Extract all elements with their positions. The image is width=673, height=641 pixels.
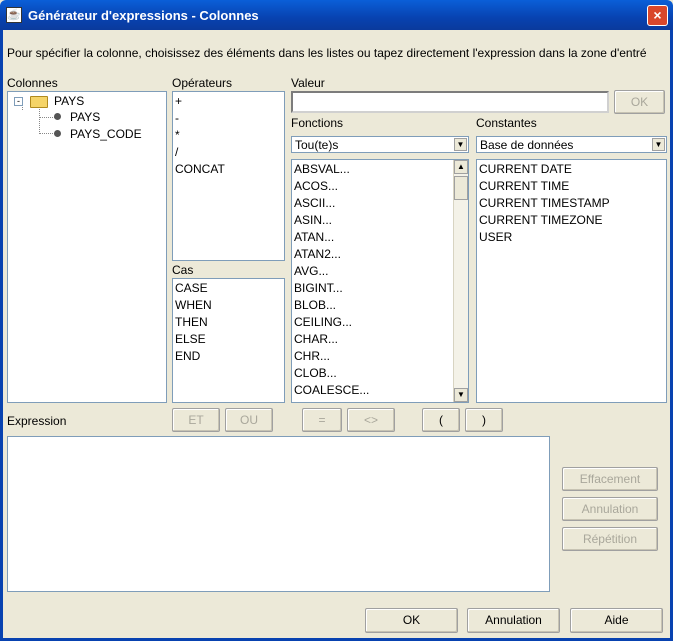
tree-line	[39, 109, 41, 134]
list-item[interactable]: *	[173, 127, 284, 144]
close-paren-button[interactable]: )	[465, 408, 503, 432]
cancel-button[interactable]: Annulation	[467, 608, 560, 633]
scroll-up-icon[interactable]: ▲	[454, 160, 468, 174]
cas-label: Cas	[172, 263, 194, 277]
equals-button[interactable]: =	[302, 408, 342, 432]
close-button[interactable]: ×	[647, 5, 668, 26]
list-item[interactable]: CONCAT	[173, 161, 284, 178]
list-item[interactable]: /	[173, 144, 284, 161]
constantes-list[interactable]: CURRENT DATE CURRENT TIME CURRENT TIMEST…	[476, 159, 667, 403]
fonctions-label: Fonctions	[291, 116, 344, 130]
cas-list[interactable]: CASE WHEN THEN ELSE END	[172, 278, 285, 403]
window-title: Générateur d'expressions - Colonnes	[28, 8, 259, 23]
list-item[interactable]: -	[173, 110, 284, 127]
operateurs-list[interactable]: + - * / CONCAT	[172, 91, 285, 261]
fonctions-selected: Tou(te)s	[295, 138, 339, 152]
expression-textarea[interactable]	[7, 436, 550, 592]
list-item[interactable]: END	[173, 348, 284, 365]
colonnes-label: Colonnes	[7, 76, 58, 90]
constantes-select[interactable]: Base de données ▼	[476, 136, 667, 153]
tree-item-pays[interactable]: PAYS	[70, 110, 100, 124]
et-button[interactable]: ET	[172, 408, 220, 432]
annulation-undo-button[interactable]: Annulation	[562, 497, 658, 521]
list-item[interactable]: CURRENT DATE	[477, 161, 666, 178]
title-bar: ☕ Générateur d'expressions - Colonnes ×	[0, 0, 673, 30]
valeur-input[interactable]	[291, 91, 609, 113]
not-equals-button[interactable]: <>	[347, 408, 395, 432]
collapse-icon[interactable]: -	[14, 97, 23, 106]
tree-root-label[interactable]: PAYS	[54, 94, 84, 108]
list-item[interactable]: CASE	[173, 280, 284, 297]
list-item[interactable]: ELSE	[173, 331, 284, 348]
tree-line	[39, 117, 55, 119]
operateurs-label: Opérateurs	[172, 76, 233, 90]
expression-label: Expression	[7, 414, 67, 428]
list-item[interactable]: CHAR...	[292, 331, 452, 348]
list-item[interactable]: +	[173, 93, 284, 110]
fonctions-select[interactable]: Tou(te)s ▼	[291, 136, 469, 153]
colonnes-tree[interactable]: - PAYS PAYS PAYS_CODE	[7, 91, 167, 403]
list-item[interactable]: ASIN...	[292, 212, 452, 229]
tree-line	[39, 133, 55, 135]
list-item[interactable]: CURRENT TIMESTAMP	[477, 195, 666, 212]
list-item[interactable]: ATAN2...	[292, 246, 452, 263]
help-button[interactable]: Aide	[570, 608, 663, 633]
list-item[interactable]: ABSVAL...	[292, 161, 452, 178]
constantes-label: Constantes	[476, 116, 537, 130]
list-item[interactable]: COALESCE...	[292, 382, 452, 399]
scroll-thumb[interactable]	[454, 176, 468, 200]
list-item[interactable]: AVG...	[292, 263, 452, 280]
tree-item-pays-code[interactable]: PAYS_CODE	[70, 127, 142, 141]
list-item[interactable]: CLOB...	[292, 365, 452, 382]
list-item[interactable]: ACOS...	[292, 178, 452, 195]
list-item[interactable]: ASCII...	[292, 195, 452, 212]
valeur-ok-button[interactable]: OK	[614, 90, 665, 114]
effacement-button[interactable]: Effacement	[562, 467, 658, 491]
open-folder-icon	[30, 96, 48, 108]
chevron-down-icon[interactable]: ▼	[652, 138, 665, 151]
list-item[interactable]: USER	[477, 229, 666, 246]
open-paren-button[interactable]: (	[422, 408, 460, 432]
constantes-selected: Base de données	[480, 138, 574, 152]
fonctions-scrollbar[interactable]: ▲ ▼	[453, 160, 468, 402]
list-item[interactable]: ATAN...	[292, 229, 452, 246]
list-item[interactable]: CHR...	[292, 348, 452, 365]
list-item[interactable]: CURRENT TIMEZONE	[477, 212, 666, 229]
list-item[interactable]: BLOB...	[292, 297, 452, 314]
column-node-icon	[54, 113, 61, 120]
chevron-down-icon[interactable]: ▼	[454, 138, 467, 151]
repetition-button[interactable]: Répétition	[562, 527, 658, 551]
list-item[interactable]: CURRENT TIME	[477, 178, 666, 195]
valeur-label: Valeur	[291, 76, 325, 90]
list-item[interactable]: THEN	[173, 314, 284, 331]
instruction-text: Pour spécifier la colonne, choisissez de…	[7, 46, 647, 60]
column-node-icon	[54, 130, 61, 137]
ou-button[interactable]: OU	[225, 408, 273, 432]
fonctions-list[interactable]: ABSVAL... ACOS... ASCII... ASIN... ATAN.…	[291, 159, 469, 403]
list-item[interactable]: BIGINT...	[292, 280, 452, 297]
list-item[interactable]: CEILING...	[292, 314, 452, 331]
list-item[interactable]: WHEN	[173, 297, 284, 314]
ok-button[interactable]: OK	[365, 608, 458, 633]
scroll-down-icon[interactable]: ▼	[454, 388, 468, 402]
java-app-icon: ☕	[6, 7, 22, 23]
